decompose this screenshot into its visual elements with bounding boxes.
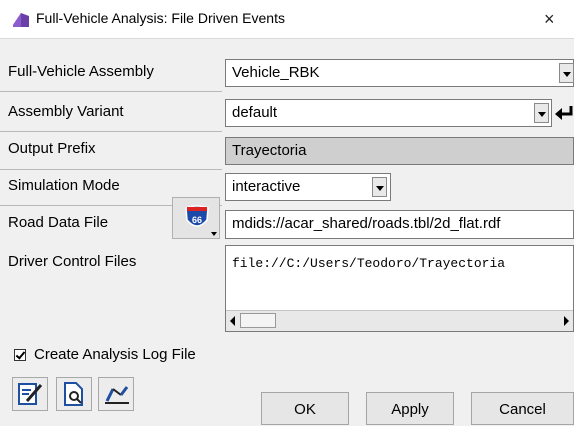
row-divider [0,91,222,92]
ok-button[interactable]: OK [261,392,349,425]
suspension-plot-icon [105,386,129,404]
row-divider [0,131,222,132]
road-file-input[interactable]: mdids://acar_shared/roads.tbl/2d_flat.rd… [225,210,574,239]
title-bar: Full-Vehicle Analysis: File Driven Event… [0,0,574,39]
menu-indicator-icon [211,232,217,236]
file-view-icon [64,382,83,406]
row-divider [0,169,222,170]
variant-label: Assembly Variant [8,103,124,120]
edit-notes-button[interactable] [12,377,48,411]
assembly-input[interactable]: Vehicle_RBK [225,59,574,87]
file-view-button[interactable] [56,377,92,411]
driver-files-list[interactable]: file://C:/Users/Teodoro/Trayectoria [225,245,574,332]
scrollbar-thumb[interactable] [240,313,276,328]
driver-label: Driver Control Files [8,253,137,270]
svg-text:66: 66 [192,215,202,225]
cancel-button[interactable]: Cancel [471,392,574,425]
scroll-right-icon[interactable] [564,316,569,326]
suspension-plot-button[interactable] [98,377,134,411]
output-prefix-input[interactable]: Trayectoria [225,137,574,165]
edit-notes-icon [18,383,43,405]
sim-mode-label: Simulation Mode [8,177,120,194]
driver-file-item[interactable]: file://C:/Users/Teodoro/Trayectoria [232,256,505,271]
assembly-label: Full-Vehicle Assembly [8,63,154,80]
horizontal-scrollbar[interactable] [226,310,573,331]
enter-arrow-icon[interactable] [554,103,574,123]
apply-button[interactable]: Apply [366,392,454,425]
sim-mode-dropdown-button[interactable] [372,177,387,197]
road-label: Road Data File [8,214,109,231]
variant-input[interactable]: default [225,99,552,127]
car-icon [13,13,29,27]
assembly-dropdown-button[interactable] [559,63,574,83]
close-button[interactable]: × [544,0,574,38]
route-66-shield-icon: 66 [185,205,209,227]
scroll-left-icon[interactable] [230,316,235,326]
log-file-label: Create Analysis Log File [34,346,196,363]
road-browse-button[interactable]: 66 [172,197,220,239]
log-file-checkbox[interactable] [14,349,26,361]
window-title: Full-Vehicle Analysis: File Driven Event… [36,10,285,26]
variant-dropdown-button[interactable] [534,103,549,123]
prefix-label: Output Prefix [8,140,96,157]
sim-mode-select[interactable]: interactive [225,173,391,201]
